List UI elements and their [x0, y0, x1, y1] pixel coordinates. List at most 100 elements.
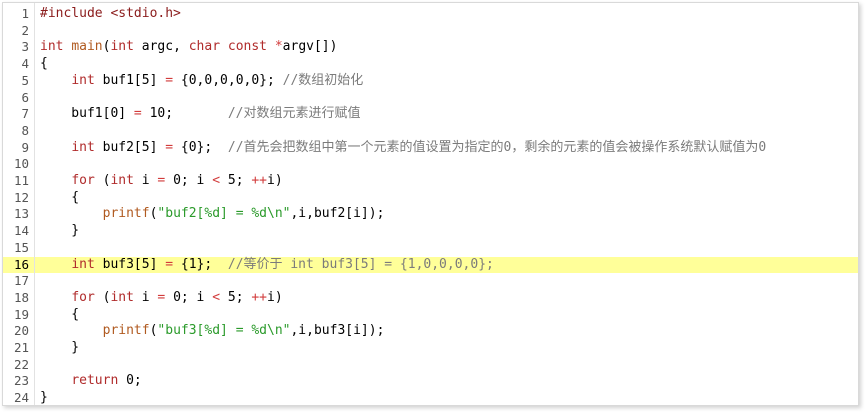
comment-token: //数组初始化: [282, 72, 364, 88]
line-number: 19: [13, 306, 29, 322]
operator-token: ++: [251, 289, 268, 305]
code-token: 0; i: [165, 173, 213, 188]
code-token: buf2[5]: [94, 139, 166, 155]
code-line[interactable]: 4{: [3, 56, 858, 73]
code-line[interactable]: 24}: [3, 390, 858, 406]
operator-token: *: [274, 39, 283, 55]
code-editor[interactable]: 1 #include <stdio.h> 2 3 int main(int argc, …: [3, 3, 858, 405]
code-text: return 0;: [40, 373, 142, 390]
function-token: printf: [102, 206, 150, 222]
line-number: 15: [13, 239, 29, 255]
code-token: {: [40, 306, 80, 322]
code-token: i: [133, 173, 158, 188]
code-token: i): [267, 289, 283, 305]
comment-token: //首先会把数组中第一个元素的值设置为指定的0，剩余的元素的值会被操作系统默认赋…: [227, 139, 767, 155]
code-text: for (int i = 0; i < 5; ++i): [40, 173, 282, 190]
code-line[interactable]: 13 printf("buf2[%d] = %d\n",i,buf2[i]);: [3, 206, 858, 223]
line-number: 7: [21, 106, 29, 122]
code-line[interactable]: 19 {: [3, 307, 858, 324]
code-line[interactable]: 22: [3, 357, 858, 374]
operator-token: =: [133, 106, 142, 122]
comment-token: //对数组元素进行赋值: [227, 106, 361, 122]
code-token: buf1[0]: [40, 106, 134, 122]
code-token: }: [40, 390, 48, 406]
code-text: {: [40, 307, 79, 324]
code-line[interactable]: 5 int buf1[5] = {0,0,0,0,0}; //数组初始化: [3, 73, 858, 90]
string-token: "buf2[%d] = %d\n": [157, 206, 291, 222]
line-number: 6: [21, 89, 29, 105]
keyword-token: const: [227, 39, 268, 55]
line-number: 11: [13, 173, 29, 188]
code-line[interactable]: 18 for (int i = 0; i < 5; ++i): [3, 290, 858, 307]
line-number: 24: [13, 390, 29, 406]
code-text: }: [40, 223, 79, 240]
keyword-token: int: [110, 173, 134, 188]
code-token: i: [133, 289, 158, 305]
code-line[interactable]: 10: [3, 156, 858, 173]
keyword-token: int: [110, 289, 134, 305]
code-line[interactable]: 1 #include <stdio.h>: [3, 6, 858, 23]
line-number: 20: [13, 323, 29, 339]
code-line[interactable]: 9 int buf2[5] = {0}; //首先会把数组中第一个元素的值设置为…: [3, 140, 858, 157]
keyword-token: char: [188, 39, 221, 55]
code-line[interactable]: 14 }: [3, 223, 858, 240]
code-area[interactable]: 1 #include <stdio.h> 2 3 int main(int argc, …: [3, 3, 858, 405]
line-number: 1: [21, 6, 29, 21]
operator-token: ++: [251, 173, 268, 188]
code-line[interactable]: 16 int buf3[5] = {1}; //等价于 int buf3[5] …: [3, 256, 858, 274]
code-token: {: [40, 189, 80, 205]
code-line[interactable]: 7 buf1[0] = 10; //对数组元素进行赋值: [3, 106, 858, 123]
code-line[interactable]: 20 printf("buf3[%d] = %d\n",i,buf3[i]);: [3, 323, 858, 340]
string-token: "buf3[%d] = %d\n": [157, 323, 291, 339]
code-line[interactable]: 12 {: [3, 190, 858, 207]
keyword-token: for: [71, 289, 95, 305]
line-number: 10: [13, 156, 29, 172]
code-token: 0;: [118, 373, 142, 389]
code-screenshot-frame: 1 #include <stdio.h> 2 3 int main(int argc, …: [2, 2, 859, 406]
code-token: buf3[5]: [94, 256, 166, 272]
line-number: 16: [13, 256, 29, 272]
code-token: }: [40, 340, 80, 355]
keyword-token: for: [71, 173, 95, 188]
code-token: 0; i: [165, 289, 213, 305]
code-line[interactable]: 23 return 0;: [3, 373, 858, 390]
line-number: 17: [13, 273, 29, 289]
code-token: ,i,buf3[i]);: [290, 323, 385, 339]
line-number: 5: [21, 72, 29, 88]
code-line[interactable]: 15: [3, 240, 858, 257]
keyword-token: int: [71, 256, 95, 272]
keyword-token: int: [71, 139, 95, 155]
code-text: }: [40, 390, 48, 406]
code-token: ,i,buf2[i]);: [290, 206, 385, 222]
code-token: (: [94, 173, 111, 188]
code-line[interactable]: 8: [3, 123, 858, 140]
code-text: int main(int argc, char const *argv[]): [40, 39, 337, 56]
code-text: }: [40, 340, 79, 357]
code-line[interactable]: 3 int main(int argc, char const *argv[]): [3, 39, 858, 56]
code-text: {: [40, 56, 48, 73]
code-text: for (int i = 0; i < 5; ++i): [40, 289, 283, 307]
keyword-token: return: [71, 373, 119, 389]
code-token: {: [40, 56, 48, 72]
comment-token: //等价于 int buf3[5] = {1,0,0,0,0};: [227, 256, 494, 272]
code-token: 5;: [220, 173, 252, 188]
code-line[interactable]: 17: [3, 273, 858, 290]
code-token: {0,0,0,0,0};: [173, 72, 283, 88]
line-number: 13: [13, 206, 29, 222]
line-number: 3: [21, 39, 29, 55]
keyword-token: int: [71, 72, 95, 88]
code-line[interactable]: 21 }: [3, 340, 858, 357]
operator-token: <: [212, 289, 221, 305]
code-line[interactable]: 2: [3, 23, 858, 40]
code-text: #include <stdio.h>: [40, 6, 181, 23]
line-number: 14: [13, 223, 29, 239]
code-line[interactable]: 11 for (int i = 0; i < 5; ++i): [3, 173, 858, 190]
preprocessor-token: #include <stdio.h>: [40, 6, 181, 21]
code-line[interactable]: 6: [3, 90, 858, 107]
operator-token: =: [165, 256, 174, 272]
